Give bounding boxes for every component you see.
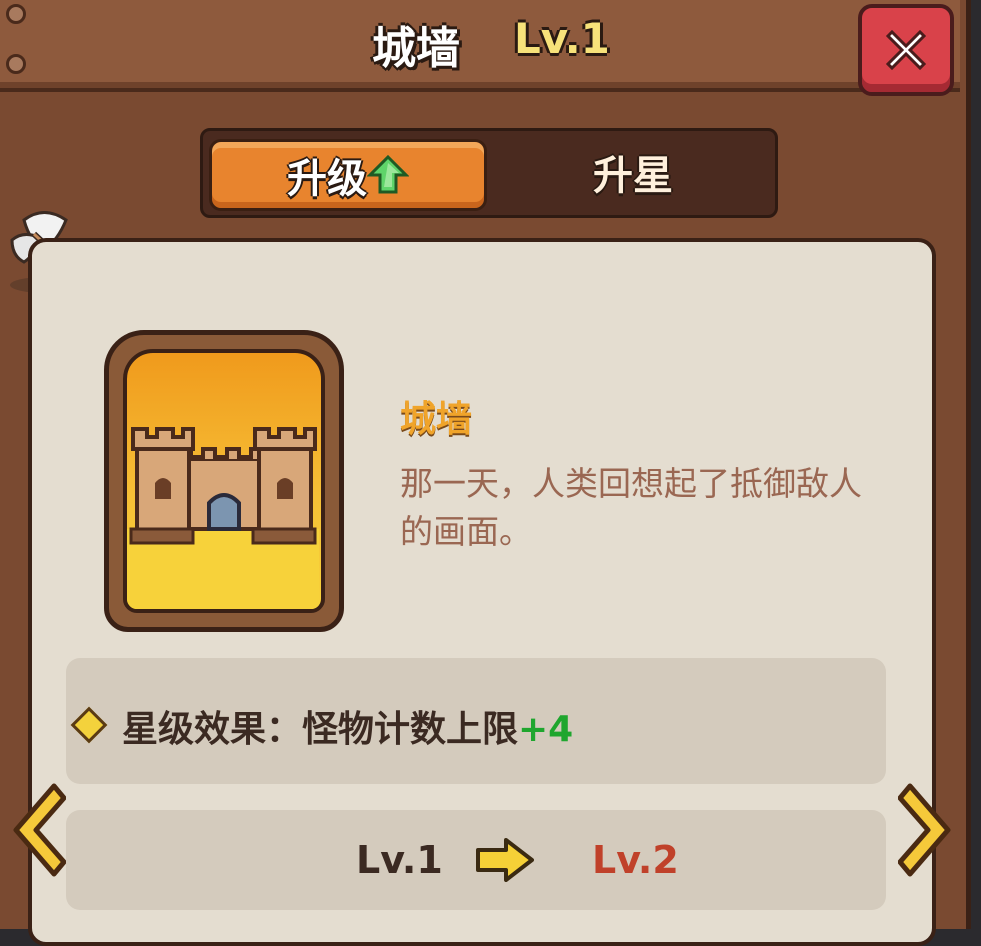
current-level: Lv.1	[356, 838, 443, 882]
star-effect-label: 星级效果：怪物计数上限	[122, 709, 519, 750]
tab-upgrade-label: 升级	[287, 156, 367, 202]
building-name: 城墙	[400, 399, 473, 440]
dialog-panel: 城墙 Lv.1 升级 升星 城墙 那一天，人类回想起了抵御敌人的画面。 星级效果…	[0, 0, 971, 946]
next-level: Lv.2	[592, 838, 679, 882]
prev-chevron-icon[interactable]	[4, 782, 66, 878]
tab-star-up[interactable]: 升星	[503, 139, 763, 205]
close-icon	[885, 29, 927, 71]
arrow-right-icon	[476, 838, 534, 882]
upgrade-arrow-icon	[367, 154, 409, 194]
tab-upgrade[interactable]: 升级	[209, 139, 487, 211]
close-button[interactable]	[858, 4, 954, 96]
title-bar: 城墙 Lv.1	[0, 0, 960, 92]
title-level: Lv.1	[514, 14, 610, 63]
rivet-icon	[6, 4, 26, 24]
tab-bar: 升级 升星	[200, 128, 778, 218]
page-title: 城墙	[372, 23, 460, 74]
building-card-inner	[123, 349, 325, 613]
building-description: 那一天，人类回想起了抵御敌人的画面。	[400, 464, 862, 551]
castle-icon	[127, 427, 319, 609]
star-effect-value: +4	[518, 709, 574, 750]
rivet-icon	[6, 54, 26, 74]
star-effect-text: 星级效果：怪物计数上限+4	[122, 700, 573, 752]
next-chevron-icon[interactable]	[898, 782, 960, 878]
building-card	[104, 330, 344, 632]
tab-star-up-label: 升星	[593, 153, 673, 199]
